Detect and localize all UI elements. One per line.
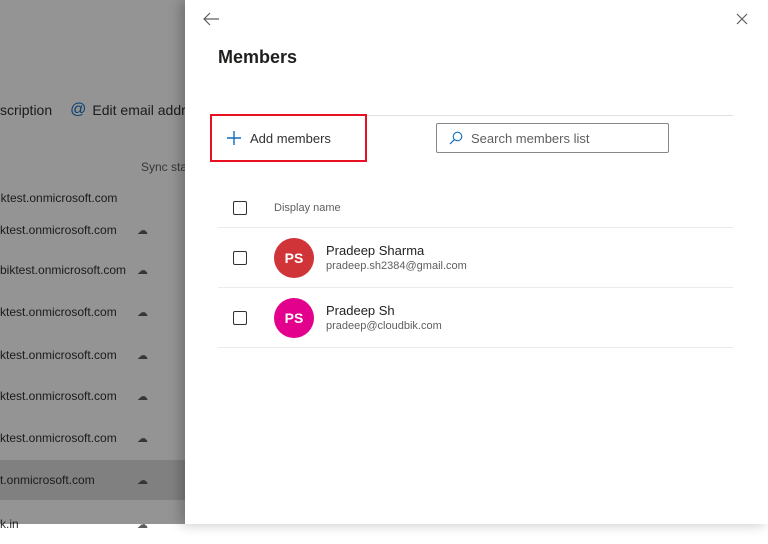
add-members-button[interactable]: Add members	[210, 114, 367, 162]
member-email: pradeep.sh2384@gmail.com	[326, 259, 467, 272]
plus-icon	[227, 131, 241, 145]
member-row[interactable]: PS Pradeep Sh pradeep@cloudbik.com	[218, 288, 733, 348]
close-icon[interactable]	[732, 9, 752, 29]
member-name: Pradeep Sharma	[326, 242, 425, 258]
member-info: Pradeep Sharma pradeep.sh2384@gmail.com	[326, 243, 467, 273]
search-members-input[interactable]	[471, 130, 651, 146]
member-name: Pradeep Sh	[326, 302, 395, 318]
members-panel: Members Add members Display name PS Prad…	[185, 0, 768, 524]
avatar: PS	[274, 297, 314, 338]
member-row[interactable]: PS Pradeep Sharma pradeep.sh2384@gmail.c…	[218, 228, 733, 288]
member-checkbox[interactable]	[233, 250, 247, 265]
search-icon	[449, 131, 463, 145]
list-header: Display name	[218, 188, 733, 228]
avatar: PS	[274, 237, 314, 278]
member-checkbox[interactable]	[233, 310, 247, 325]
add-members-label: Add members	[250, 130, 331, 146]
search-box[interactable]	[436, 123, 669, 153]
back-arrow-icon[interactable]	[200, 8, 222, 30]
modal-overlay[interactable]	[0, 0, 185, 524]
select-all-checkbox[interactable]	[233, 200, 247, 215]
panel-title: Members	[218, 47, 298, 67]
members-list: Display name PS Pradeep Sharma pradeep.s…	[218, 188, 733, 348]
member-info: Pradeep Sh pradeep@cloudbik.com	[326, 303, 442, 333]
member-email: pradeep@cloudbik.com	[326, 319, 442, 332]
display-name-column-header[interactable]: Display name	[274, 202, 341, 214]
